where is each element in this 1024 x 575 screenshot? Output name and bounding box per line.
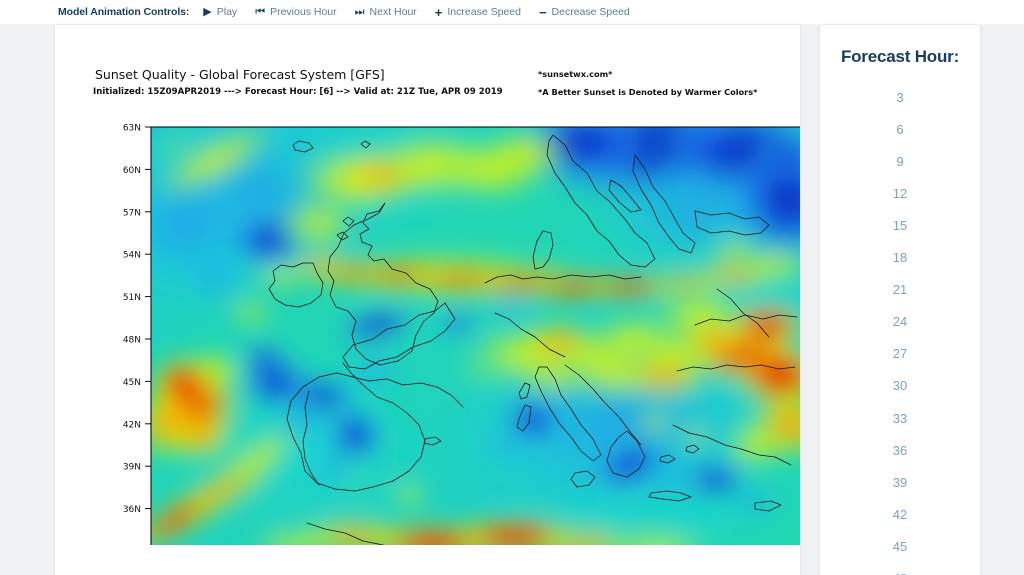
forecast-hour-link[interactable]: 3	[820, 81, 980, 113]
play-button[interactable]: ▶ Play	[203, 6, 237, 18]
forecast-hour-link[interactable]: 36	[820, 434, 980, 466]
decrease-speed-label: Decrease Speed	[551, 6, 630, 18]
y-tick-54n: 54N	[123, 251, 141, 261]
forecast-map-card: Sunset Quality - Global Forecast System …	[55, 25, 846, 575]
next-hour-label: Next Hour	[369, 6, 417, 18]
play-icon: ▶	[203, 5, 212, 18]
y-tick-42n: 42N	[123, 420, 141, 430]
forecast-hour-link[interactable]: 15	[820, 209, 980, 241]
sunset-quality-heatmap[interactable]: 63N 60N 57N 54N 51N 48N 45N 42N 39N 36N …	[55, 25, 846, 570]
rewind-icon: ⏮	[255, 5, 266, 18]
previous-hour-label: Previous Hour	[270, 6, 337, 18]
increase-speed-button[interactable]: + Increase Speed	[435, 6, 521, 19]
y-tick-63n: 63N	[123, 124, 141, 134]
forecast-hour-link[interactable]: 30	[820, 370, 980, 402]
y-tick-36n: 36N	[123, 505, 141, 515]
model-animation-controls-bar: Model Animation Controls: ▶ Play ⏮ Previ…	[0, 0, 1024, 24]
forecast-hour-link[interactable]: 6	[820, 113, 980, 145]
y-tick-51n: 51N	[123, 293, 141, 303]
quality-color-field	[151, 127, 827, 551]
y-tick-45n: 45N	[123, 378, 141, 388]
forecast-hour-link[interactable]: 12	[820, 177, 980, 209]
y-tick-60n: 60N	[123, 166, 141, 176]
y-axis: 63N 60N 57N 54N 51N 48N 45N 42N 39N 36N …	[123, 124, 151, 558]
forecast-hour-link[interactable]: 24	[820, 306, 980, 338]
page-root: Model Animation Controls: ▶ Play ⏮ Previ…	[0, 0, 1024, 575]
forecast-hour-title: Forecast Hour:	[840, 47, 960, 66]
forecast-hour-link[interactable]: 9	[820, 145, 980, 177]
y-tick-48n: 48N	[123, 336, 141, 346]
decrease-speed-button[interactable]: − Decrease Speed	[539, 6, 630, 19]
forecast-hour-link[interactable]: 48	[820, 562, 980, 575]
y-tick-39n: 39N	[123, 463, 141, 473]
controls-label: Model Animation Controls:	[58, 6, 190, 18]
minus-icon: −	[538, 4, 547, 20]
plus-icon: +	[434, 4, 443, 20]
forecast-hour-link[interactable]: 27	[820, 338, 980, 370]
y-tick-57n: 57N	[123, 208, 141, 218]
forecast-hour-panel: Forecast Hour: 3 6 9 12 15 18 21 24 27 30 33 36 39 42…	[820, 25, 980, 575]
forecast-hour-link[interactable]: 39	[820, 466, 980, 498]
forecast-hour-list: 36912151821242730333639424548	[820, 81, 980, 575]
fast-forward-icon: ⏭	[354, 5, 365, 18]
forecast-hour-link[interactable]: 21	[820, 274, 980, 306]
increase-speed-label: Increase Speed	[447, 6, 521, 18]
forecast-hour-link[interactable]: 18	[820, 241, 980, 273]
forecast-hour-link[interactable]: 42	[820, 498, 980, 530]
heatmap-svg: 63N 60N 57N 54N 51N 48N 45N 42N 39N 36N …	[123, 124, 846, 570]
next-hour-button[interactable]: ⏭ Next Hour	[355, 6, 417, 18]
forecast-hour-link[interactable]: 45	[820, 530, 980, 562]
forecast-hour-link[interactable]: 33	[820, 402, 980, 434]
previous-hour-button[interactable]: ⏮ Previous Hour	[255, 6, 336, 18]
play-label: Play	[216, 6, 238, 18]
